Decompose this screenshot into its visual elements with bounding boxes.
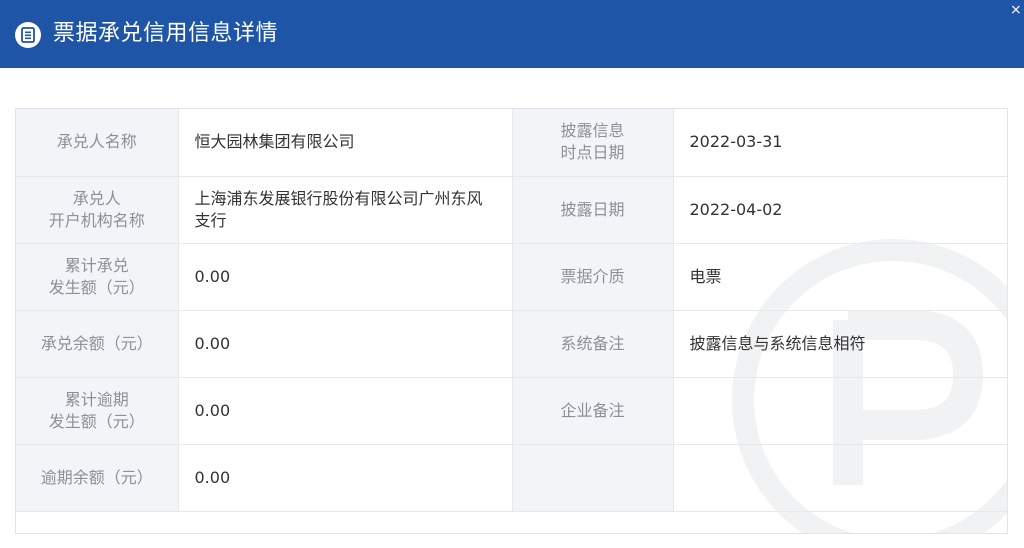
field-label-line: 企业备注 xyxy=(560,400,625,420)
field-label-line: 承兑余额（元） xyxy=(40,333,153,353)
detail-table: 承兑人名称 恒大园林集团有限公司 披露信息 时点日期 2022-03-31 承兑人 开户机构… xyxy=(16,109,1007,512)
field-value: 2022-03-31 xyxy=(673,109,1007,177)
field-value: 电票 xyxy=(673,243,1007,311)
field-label-line: 累计承兑 xyxy=(64,255,129,275)
field-label: 承兑人 开户机构名称 xyxy=(16,176,179,244)
field-label xyxy=(512,444,674,512)
field-value xyxy=(673,444,1007,512)
field-label: 披露信息 时点日期 xyxy=(512,109,674,177)
field-label: 逾期余额（元） xyxy=(16,444,179,512)
document-list-icon xyxy=(15,22,41,48)
field-label: 累计逾期 发生额（元） xyxy=(16,377,179,445)
field-label-line: 时点日期 xyxy=(560,143,625,163)
field-value: 0.00 xyxy=(178,444,513,512)
detail-panel: 承兑人名称 恒大园林集团有限公司 披露信息 时点日期 2022-03-31 承兑人 开户机构… xyxy=(15,108,1008,534)
field-value: 披露信息与系统信息相符 xyxy=(673,310,1007,378)
table-row: 累计承兑 发生额（元） 0.00 票据介质 电票 xyxy=(16,243,1007,311)
field-label-line: 开户机构名称 xyxy=(48,210,145,230)
field-label: 累计承兑 发生额（元） xyxy=(16,243,179,311)
field-label-line: 系统备注 xyxy=(560,333,625,353)
field-label: 承兑人名称 xyxy=(16,109,179,177)
field-label-line: 累计逾期 xyxy=(64,389,129,409)
field-label: 披露日期 xyxy=(512,176,674,244)
field-value: 恒大园林集团有限公司 xyxy=(178,109,513,177)
table-row: 承兑余额（元） 0.00 系统备注 披露信息与系统信息相符 xyxy=(16,310,1007,378)
field-label-line: 逾期余额（元） xyxy=(40,467,153,487)
field-value: 上海浦东发展银行股份有限公司广州东风支行 xyxy=(178,176,513,244)
field-label-line: 票据介质 xyxy=(560,266,625,286)
field-value xyxy=(673,377,1007,445)
field-value: 0.00 xyxy=(178,377,513,445)
page-title: 票据承兑信用信息详情 xyxy=(53,21,279,46)
field-label-line: 承兑人 xyxy=(72,188,121,208)
field-label: 承兑余额（元） xyxy=(16,310,179,378)
field-label-line: 承兑人名称 xyxy=(56,132,137,152)
field-value: 0.00 xyxy=(178,243,513,311)
table-row: 承兑人 开户机构名称 上海浦东发展银行股份有限公司广州东风支行 披露日期 2022-04… xyxy=(16,176,1007,244)
field-value: 2022-04-02 xyxy=(673,176,1007,244)
field-label-line: 披露信息 xyxy=(560,121,625,141)
table-row: 承兑人名称 恒大园林集团有限公司 披露信息 时点日期 2022-03-31 xyxy=(16,109,1007,177)
table-row: 逾期余额（元） 0.00 xyxy=(16,444,1007,512)
field-label-line: 披露日期 xyxy=(560,199,625,219)
field-label-line: 发生额（元） xyxy=(48,277,145,297)
page-header: 票据承兑信用信息详情 × xyxy=(0,0,1024,68)
field-label-line: 发生额（元） xyxy=(48,411,145,431)
close-icon[interactable]: × xyxy=(1010,2,1022,18)
field-label: 企业备注 xyxy=(512,377,674,445)
field-label: 系统备注 xyxy=(512,310,674,378)
field-label: 票据介质 xyxy=(512,243,674,311)
table-row: 累计逾期 发生额（元） 0.00 企业备注 xyxy=(16,377,1007,445)
field-value: 0.00 xyxy=(178,310,513,378)
